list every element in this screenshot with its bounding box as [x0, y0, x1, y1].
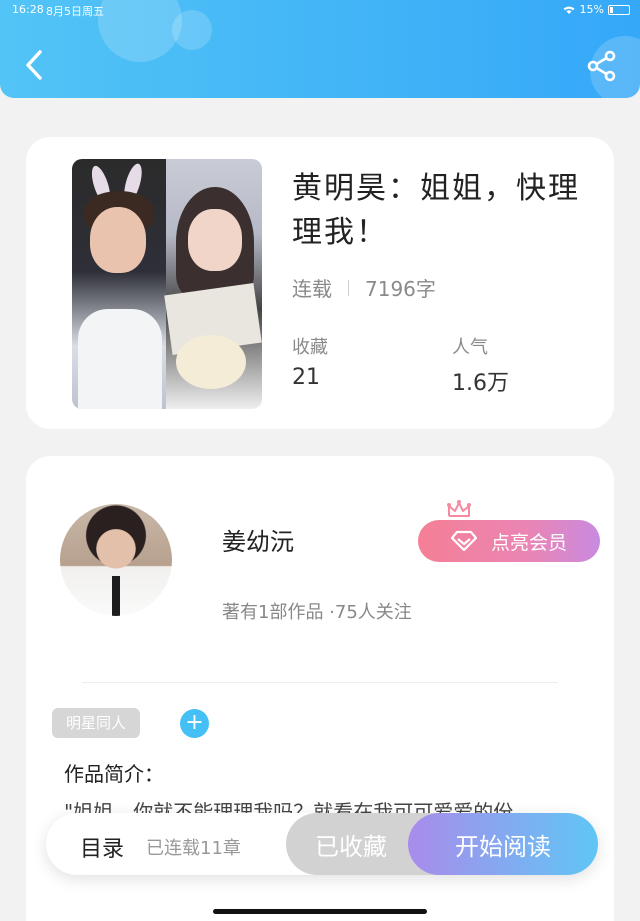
plus-icon: + — [185, 710, 204, 735]
vip-button[interactable]: 点亮会员 — [418, 520, 600, 562]
toc-button[interactable]: 目录 — [80, 831, 124, 863]
favorites-label: 收藏 — [292, 337, 328, 358]
collected-button-label: 已收藏 — [315, 832, 387, 861]
meta-divider — [348, 279, 349, 296]
status-date: 8月5日周五 — [46, 5, 104, 18]
home-indicator — [213, 909, 427, 914]
back-button[interactable] — [20, 46, 50, 84]
bottom-action-bar: 目录 已连载11章 已收藏 开始阅读 — [46, 813, 598, 875]
author-info: 著有1部作品 ·75人关注 — [222, 602, 412, 623]
author-name[interactable]: 姜幼沅 — [222, 522, 294, 557]
start-reading-button[interactable]: 开始阅读 — [408, 813, 598, 875]
popularity-count: 1.6万 — [452, 371, 509, 396]
cover-left-photo — [72, 159, 166, 409]
chapter-count: 已连载11章 — [146, 838, 241, 859]
author-avatar[interactable] — [60, 504, 172, 616]
battery-icon — [608, 4, 630, 15]
intro-label: 作品简介： — [64, 762, 164, 786]
word-count: 7196字 — [365, 277, 436, 301]
top-header: 16:28 8月5日周五 15% — [0, 0, 640, 98]
diamond-icon — [450, 530, 477, 552]
popularity-label: 人气 — [452, 337, 488, 358]
add-tag-button[interactable]: + — [180, 709, 209, 738]
status-right: 15% — [562, 3, 630, 16]
section-divider — [82, 682, 558, 683]
book-meta: 连载 7196字 — [292, 273, 436, 302]
cover-right-photo — [164, 159, 262, 409]
book-title: 黄明昊：姐姐，快理理我！ — [292, 171, 580, 250]
favorites-count: 21 — [292, 365, 320, 390]
status-bar: 16:28 8月5日周五 15% — [0, 0, 640, 20]
wifi-icon — [563, 6, 575, 14]
genre-tag[interactable]: 明星同人 — [52, 708, 141, 738]
battery-percent: 15% — [579, 3, 604, 16]
book-cover[interactable] — [72, 159, 262, 409]
crown-icon — [447, 500, 471, 517]
share-button[interactable] — [586, 50, 618, 82]
start-reading-label: 开始阅读 — [455, 832, 551, 861]
serial-status: 连载 — [292, 277, 332, 301]
vip-button-label: 点亮会员 — [490, 531, 567, 554]
chevron-left-icon — [26, 50, 42, 80]
status-time: 16:28 — [12, 3, 44, 16]
book-info-card: 黄明昊：姐姐，快理理我！ 连载 7196字 收藏 21 人气 1.6万 — [26, 137, 614, 429]
share-icon — [587, 50, 616, 82]
